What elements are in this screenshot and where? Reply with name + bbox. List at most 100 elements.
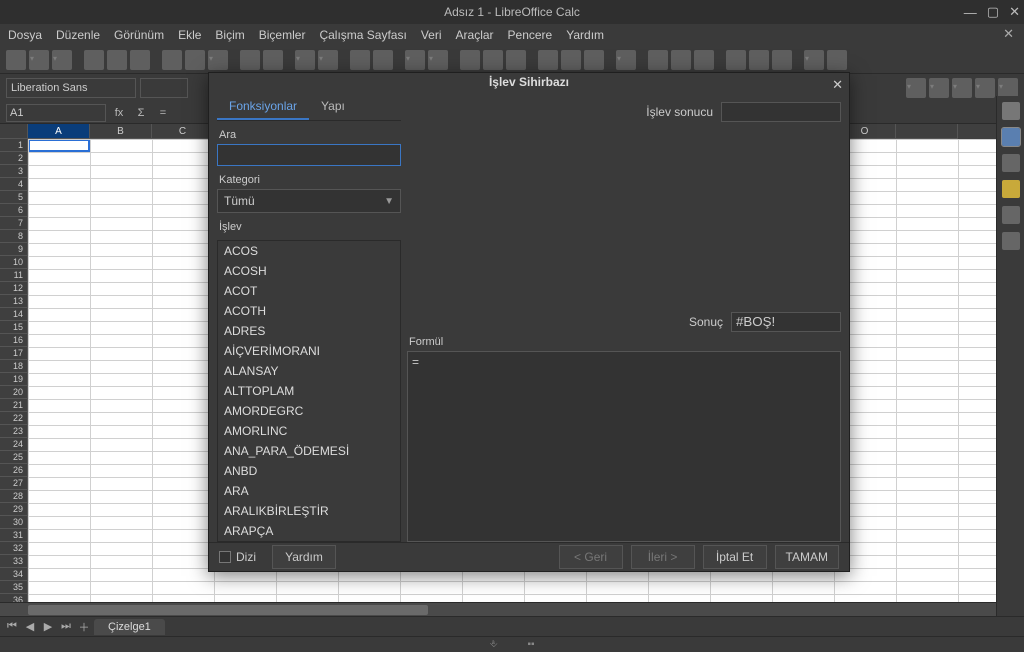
function-item[interactable]: ALANSAY — [218, 361, 400, 381]
sum-icon[interactable]: Σ — [132, 104, 150, 122]
row-header-34[interactable]: 34 — [0, 568, 27, 581]
undo-icon[interactable] — [295, 50, 315, 70]
open-icon[interactable] — [29, 50, 49, 70]
menu-pencere[interactable]: Pencere — [508, 28, 553, 42]
cell-name-box[interactable] — [6, 104, 106, 122]
row-header-33[interactable]: 33 — [0, 555, 27, 568]
function-item[interactable]: ARA — [218, 481, 400, 501]
search-input[interactable] — [217, 144, 401, 166]
row-header-2[interactable]: 2 — [0, 152, 27, 165]
sidebar-functions-icon[interactable] — [1002, 232, 1020, 250]
window-maximize-icon[interactable]: ▢ — [987, 4, 999, 20]
row-header-20[interactable]: 20 — [0, 386, 27, 399]
new-doc-icon[interactable] — [6, 50, 26, 70]
function-item[interactable]: ANBD — [218, 461, 400, 481]
row-header-35[interactable]: 35 — [0, 581, 27, 594]
row-header-30[interactable]: 30 — [0, 516, 27, 529]
row-header-8[interactable]: 8 — [0, 230, 27, 243]
pivot-icon[interactable] — [584, 50, 604, 70]
function-item[interactable]: ACOSH — [218, 261, 400, 281]
document-close-icon[interactable]: ✕ — [1003, 26, 1014, 42]
menu-duzenle[interactable]: Düzenle — [56, 28, 100, 42]
sheet-add-icon[interactable]: ＋ — [76, 619, 92, 635]
row-header-12[interactable]: 12 — [0, 282, 27, 295]
sidebar-gallery-icon[interactable] — [1002, 180, 1020, 198]
help-button[interactable]: Yardım — [272, 545, 336, 569]
border-icon[interactable] — [929, 78, 949, 98]
equals-icon[interactable]: = — [154, 104, 172, 122]
row-header-13[interactable]: 13 — [0, 295, 27, 308]
menu-araclar[interactable]: Araçlar — [456, 28, 494, 42]
formula-textarea[interactable]: = — [407, 351, 841, 543]
row-header-3[interactable]: 3 — [0, 165, 27, 178]
window-close-icon[interactable]: ✕ — [1009, 4, 1020, 20]
print-icon[interactable] — [107, 50, 127, 70]
row-header-16[interactable]: 16 — [0, 334, 27, 347]
col-header-A[interactable]: A — [28, 124, 90, 139]
sheet-next-icon[interactable]: ▶ — [40, 619, 56, 635]
cut-icon[interactable] — [162, 50, 182, 70]
row-header-23[interactable]: 23 — [0, 425, 27, 438]
menu-gorunum[interactable]: Görünüm — [114, 28, 164, 42]
sidebar-settings-icon[interactable] — [1002, 102, 1020, 120]
insert-chart-icon[interactable] — [561, 50, 581, 70]
row-header-22[interactable]: 22 — [0, 412, 27, 425]
redo-icon[interactable] — [318, 50, 338, 70]
sidebar-properties-icon[interactable] — [1002, 128, 1020, 146]
font-size-input[interactable] — [140, 78, 188, 98]
menu-dosya[interactable]: Dosya — [8, 28, 42, 42]
row-header-1[interactable]: 1 — [0, 139, 27, 152]
function-item[interactable]: ARALIKBİRLEŞTİR — [218, 501, 400, 521]
menu-bicim[interactable]: Biçim — [215, 28, 244, 42]
row-header-11[interactable]: 11 — [0, 269, 27, 282]
bg-color-icon[interactable] — [975, 78, 995, 98]
row-ops-icon[interactable] — [405, 50, 425, 70]
row-header-25[interactable]: 25 — [0, 451, 27, 464]
row-header-7[interactable]: 7 — [0, 217, 27, 230]
row-header-24[interactable]: 24 — [0, 438, 27, 451]
row-header-15[interactable]: 15 — [0, 321, 27, 334]
row-header-5[interactable]: 5 — [0, 191, 27, 204]
hscroll-thumb[interactable] — [28, 605, 428, 615]
row-header-31[interactable]: 31 — [0, 529, 27, 542]
ok-button[interactable]: TAMAM — [775, 545, 839, 569]
split-icon[interactable] — [772, 50, 792, 70]
headers-footers-icon[interactable] — [694, 50, 714, 70]
function-item[interactable]: AMORDEGRC — [218, 401, 400, 421]
dialog-close-icon[interactable]: ✕ — [832, 77, 843, 93]
sort-asc-icon[interactable] — [460, 50, 480, 70]
window-minimize-icon[interactable]: — — [964, 5, 977, 20]
show-draw-icon[interactable] — [827, 50, 847, 70]
tab-functions[interactable]: Fonksiyonlar — [217, 94, 309, 120]
spellcheck-icon[interactable] — [373, 50, 393, 70]
cancel-button[interactable]: İptal Et — [703, 545, 767, 569]
fx-wizard-icon[interactable]: fx — [110, 104, 128, 122]
function-list[interactable]: ACOSACOSHACOTACOTHADRESAİÇVERİMORANIALAN… — [217, 240, 401, 542]
row-header-28[interactable]: 28 — [0, 490, 27, 503]
select-all-corner[interactable] — [0, 124, 27, 139]
col-header-14[interactable] — [896, 124, 958, 139]
category-dropdown[interactable]: Tümü ▼ — [217, 189, 401, 213]
row-header-29[interactable]: 29 — [0, 503, 27, 516]
row-header-19[interactable]: 19 — [0, 373, 27, 386]
print-preview-icon[interactable] — [130, 50, 150, 70]
comment-icon[interactable] — [671, 50, 691, 70]
back-button[interactable]: < Geri — [559, 545, 623, 569]
col-header-C[interactable]: C — [152, 124, 214, 139]
row-header-18[interactable]: 18 — [0, 360, 27, 373]
menu-ekle[interactable]: Ekle — [178, 28, 201, 42]
export-pdf-icon[interactable] — [84, 50, 104, 70]
function-item[interactable]: ALTTOPLAM — [218, 381, 400, 401]
function-item[interactable]: ACOTH — [218, 301, 400, 321]
row-header-6[interactable]: 6 — [0, 204, 27, 217]
sort-desc-icon[interactable] — [483, 50, 503, 70]
draw-functions-icon[interactable] — [804, 50, 824, 70]
sheet-tab-1[interactable]: Çizelge1 — [94, 619, 165, 635]
highlight-icon[interactable] — [906, 78, 926, 98]
find-icon[interactable] — [350, 50, 370, 70]
paste-icon[interactable] — [208, 50, 228, 70]
freeze-icon[interactable] — [749, 50, 769, 70]
next-button[interactable]: İleri > — [631, 545, 695, 569]
clone-format-icon[interactable] — [240, 50, 260, 70]
function-item[interactable]: ACOT — [218, 281, 400, 301]
